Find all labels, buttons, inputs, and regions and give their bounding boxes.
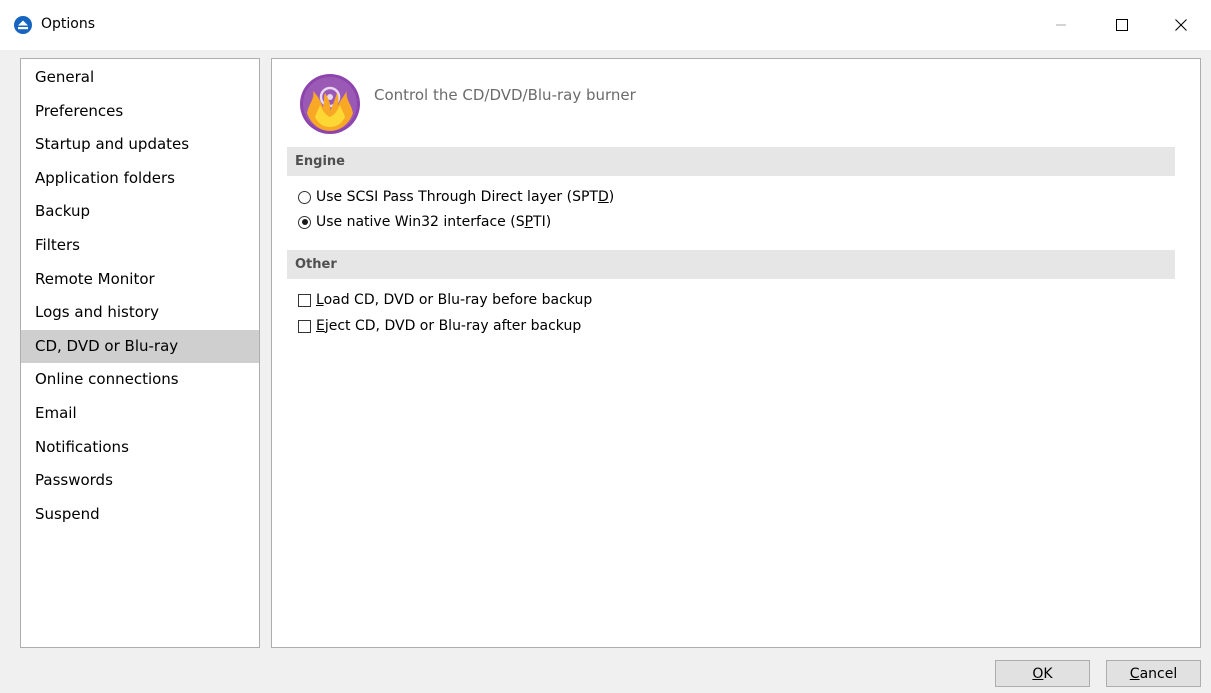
close-button[interactable] — [1158, 0, 1204, 50]
checkbox-label: Load CD, DVD or Blu-ray before backup — [316, 292, 593, 308]
radio-option-sptd[interactable]: Use SCSI Pass Through Direct layer (SPTD… — [298, 187, 614, 207]
maximize-button[interactable] — [1099, 0, 1145, 50]
nav-item-preferences[interactable]: Preferences — [21, 95, 259, 129]
nav-item-remote-monitor[interactable]: Remote Monitor — [21, 263, 259, 297]
nav-item-application-folders[interactable]: Application folders — [21, 162, 259, 196]
nav-item-online-connections[interactable]: Online connections — [21, 363, 259, 397]
minimize-button[interactable] — [1038, 0, 1084, 50]
nav-item-cd-dvd-or-blu-ray[interactable]: CD, DVD or Blu-ray — [21, 329, 259, 364]
options-category-list[interactable]: General Preferences Startup and updates App… — [20, 58, 260, 648]
checkbox-label: Eject CD, DVD or Blu-ray after backup — [316, 318, 582, 334]
cancel-button[interactable]: Cancel — [1106, 660, 1201, 687]
nav-item-filters[interactable]: Filters — [21, 229, 259, 263]
radio-button[interactable] — [298, 215, 311, 229]
page-description: Control the CD/DVD/Blu-ray burner — [374, 86, 636, 104]
section-header-engine: Engine — [287, 147, 1175, 176]
radio-label: Use SCSI Pass Through Direct layer (SPTD… — [316, 189, 615, 205]
close-icon — [1175, 19, 1187, 31]
nav-item-suspend[interactable]: Suspend — [21, 498, 259, 532]
app-icon — [14, 16, 32, 34]
radio-button[interactable] — [298, 190, 311, 204]
maximize-icon — [1116, 19, 1128, 31]
radio-option-spti[interactable]: Use native Win32 interface (SPTI) — [298, 212, 551, 232]
category-list: General Preferences Startup and updates App… — [21, 59, 259, 531]
checkbox[interactable] — [298, 293, 311, 307]
options-content-panel: Control the CD/DVD/Blu-ray burner Engine… — [271, 58, 1201, 648]
nav-item-startup-and-updates[interactable]: Startup and updates — [21, 128, 259, 162]
nav-item-backup[interactable]: Backup — [21, 195, 259, 229]
title-bar: Options — [0, 0, 1211, 50]
checkbox[interactable] — [298, 319, 311, 333]
nav-item-email[interactable]: Email — [21, 397, 259, 431]
checkbox-option-eject-after-backup[interactable]: Eject CD, DVD or Blu-ray after backup — [298, 316, 581, 336]
nav-item-logs-and-history[interactable]: Logs and history — [21, 296, 259, 330]
nav-item-general[interactable]: General — [21, 61, 259, 95]
disc-flame-icon — [300, 74, 360, 134]
ok-button[interactable]: OK — [995, 660, 1090, 687]
checkbox-option-load-before-backup[interactable]: Load CD, DVD or Blu-ray before backup — [298, 290, 592, 310]
nav-item-notifications[interactable]: Notifications — [21, 431, 259, 465]
section-header-other: Other — [287, 250, 1175, 279]
radio-label: Use native Win32 interface (SPTI) — [316, 214, 552, 230]
window-title: Options — [41, 16, 96, 32]
minimize-icon — [1056, 24, 1066, 26]
nav-item-passwords[interactable]: Passwords — [21, 464, 259, 498]
